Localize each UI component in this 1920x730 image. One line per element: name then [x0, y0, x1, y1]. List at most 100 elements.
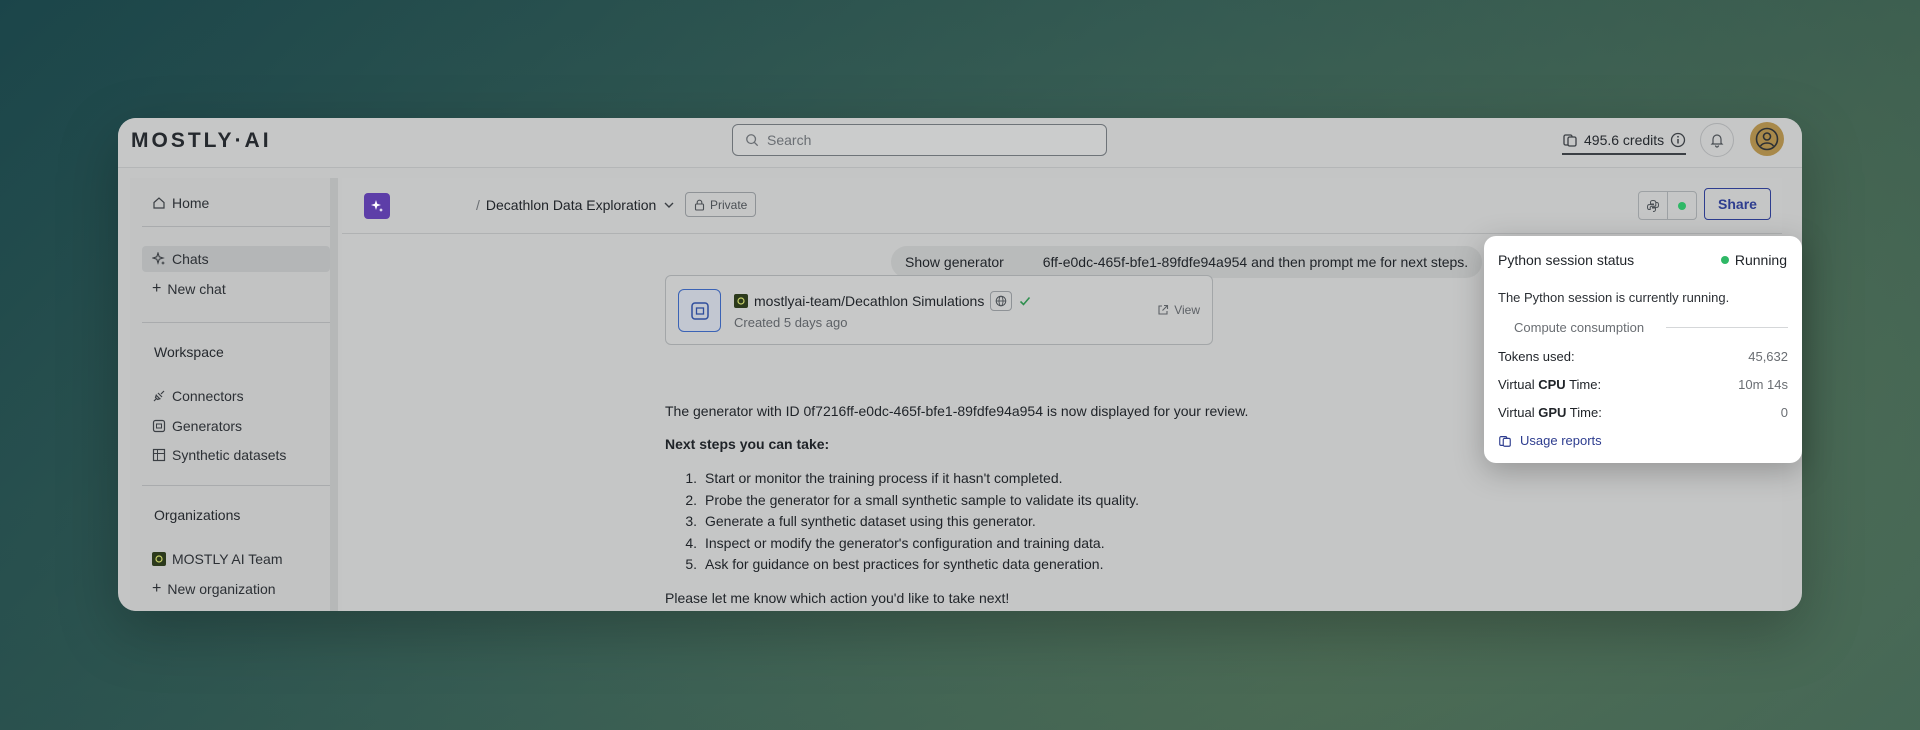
top-bar: MOSTLY·AI 495.6 credits — [118, 118, 1802, 168]
home-icon — [153, 197, 165, 209]
sidebar-item-label: MOSTLY AI Team — [172, 551, 283, 567]
visibility-badge — [990, 291, 1013, 311]
section-divider — [1666, 327, 1788, 328]
python-session-button[interactable] — [1639, 192, 1667, 219]
sidebar-item-new-chat[interactable]: + New chat — [142, 276, 332, 302]
python-session-popover: Python session status Running The Python… — [1484, 236, 1802, 463]
chat-header: / Decathlon Data Exploration Private Sha… — [342, 178, 1782, 234]
popover-description: The Python session is currently running. — [1498, 290, 1730, 305]
cpu-label: Virtual CPU Time: — [1498, 377, 1602, 392]
breadcrumb-separator: / — [476, 197, 480, 213]
cpu-row: Virtual CPU Time: 10m 14s — [1498, 377, 1788, 392]
search-box[interactable] — [732, 124, 1107, 156]
sidebar-item-chats[interactable]: Chats — [142, 246, 330, 272]
team-logo-icon — [152, 552, 166, 566]
info-icon[interactable] — [1670, 132, 1686, 148]
privacy-label: Private — [710, 197, 748, 212]
search-input[interactable] — [767, 125, 1097, 154]
generator-title: mostlyai-team/Decathlon Simulations — [734, 291, 1032, 311]
team-logo-icon — [734, 294, 748, 308]
gpu-label: Virtual GPU Time: — [1498, 405, 1602, 420]
plus-icon: + — [152, 580, 162, 597]
generator-name[interactable]: mostlyai-team/Decathlon Simulations — [754, 293, 984, 309]
sidebar-scrollbar[interactable] — [330, 178, 338, 611]
logo[interactable]: MOSTLY·AI — [131, 129, 272, 153]
plug-icon — [153, 390, 165, 402]
sidebar-item-synthetic-datasets[interactable]: Synthetic datasets — [142, 442, 332, 468]
sidebar-item-generators[interactable]: Generators — [142, 413, 332, 439]
user-avatar[interactable] — [1750, 122, 1784, 156]
popover-title: Python session status — [1498, 252, 1635, 268]
workspace-heading: Workspace — [154, 344, 224, 360]
generator-icon — [690, 301, 709, 320]
sidebar-item-new-organization[interactable]: + New organization — [142, 576, 332, 602]
reply-intro: The generator with ID 0f7216ff-e0dc-465f… — [665, 403, 1249, 419]
notifications-button[interactable] — [1700, 123, 1734, 157]
list-item: 5. Ask for guidance on best practices for… — [685, 556, 1104, 572]
reply-closing: Please let me know which action you'd li… — [665, 590, 1010, 606]
view-generator-link[interactable]: View — [1157, 303, 1200, 317]
status-dot — [1678, 201, 1687, 210]
gpu-row: Virtual GPU Time: 0 — [1498, 405, 1788, 420]
chat-title[interactable]: Decathlon Data Exploration — [486, 197, 656, 213]
globe-icon — [996, 295, 1007, 307]
sidebar: Home Chats + New chat Workspace Connecto… — [130, 178, 330, 611]
sidebar-item-label: Synthetic datasets — [172, 447, 287, 463]
status-label: Running — [1734, 252, 1787, 268]
generator-icon — [152, 419, 166, 433]
check-icon — [1020, 296, 1031, 306]
lock-icon — [694, 199, 705, 211]
credits-amount: 495.6 credits — [1584, 131, 1665, 148]
sidebar-item-label: Home — [172, 195, 210, 211]
sidebar-item-label: Chats — [172, 251, 209, 267]
bell-icon — [1710, 134, 1724, 148]
sidebar-divider — [142, 322, 330, 323]
status-dot — [1720, 256, 1729, 264]
coins-icon — [1563, 133, 1577, 147]
list-item: 1. Start or monitor the training process … — [685, 470, 1063, 486]
next-steps-heading: Next steps you can take: — [665, 436, 830, 452]
sidebar-divider — [142, 485, 330, 486]
coins-icon — [1499, 435, 1511, 447]
generator-created: Created 5 days ago — [734, 315, 848, 330]
sidebar-item-label: New chat — [167, 281, 226, 297]
sidebar-item-connectors[interactable]: Connectors — [142, 383, 332, 409]
usage-reports-label: Usage reports — [1520, 433, 1602, 448]
plus-icon: + — [152, 280, 162, 297]
share-button[interactable]: Share — [1704, 188, 1771, 220]
sparkle-icon — [152, 252, 165, 265]
cpu-value: 10m 14s — [1738, 377, 1788, 392]
sidebar-item-label: Connectors — [172, 388, 244, 404]
session-status-indicator[interactable] — [1667, 192, 1696, 219]
external-link-icon — [1158, 304, 1169, 315]
view-label: View — [1174, 303, 1200, 317]
chevron-down-icon[interactable] — [662, 198, 676, 212]
generator-card[interactable]: mostlyai-team/Decathlon Simulations Crea… — [665, 275, 1213, 345]
tokens-row: Tokens used: 45,632 — [1498, 349, 1788, 364]
session-controls — [1638, 191, 1697, 220]
table-icon — [152, 448, 166, 462]
usage-reports-link[interactable]: Usage reports — [1498, 433, 1602, 448]
status-badge: Running — [1720, 252, 1787, 268]
tokens-label: Tokens used: — [1498, 349, 1575, 364]
compute-section-label: Compute consumption — [1514, 320, 1645, 335]
sidebar-item-label: New organization — [167, 581, 276, 597]
sparkle-icon — [371, 200, 383, 212]
privacy-button[interactable]: Private — [685, 192, 757, 217]
credits-display[interactable]: 495.6 credits — [1562, 129, 1687, 155]
sidebar-item-label: Generators — [172, 418, 243, 434]
sidebar-item-org[interactable]: MOSTLY AI Team — [142, 546, 332, 572]
breadcrumb: / Decathlon Data Exploration — [476, 197, 676, 213]
list-item: 3. Generate a full synthetic dataset usin… — [685, 513, 1036, 529]
next-steps-list: 1. Start or monitor the training process … — [665, 470, 1139, 578]
generator-card-icon — [678, 289, 721, 332]
sidebar-item-home[interactable]: Home — [142, 190, 332, 216]
list-item: 4. Inspect or modify the generator's conf… — [685, 534, 1105, 551]
search-icon — [746, 134, 759, 147]
organizations-heading: Organizations — [154, 507, 241, 523]
assistant-button[interactable] — [364, 193, 390, 219]
list-item: 2. Probe the generator for a small synthe… — [685, 491, 1139, 508]
tokens-value: 45,632 — [1748, 349, 1788, 364]
user-icon — [1755, 127, 1779, 151]
python-icon — [1647, 199, 1660, 212]
